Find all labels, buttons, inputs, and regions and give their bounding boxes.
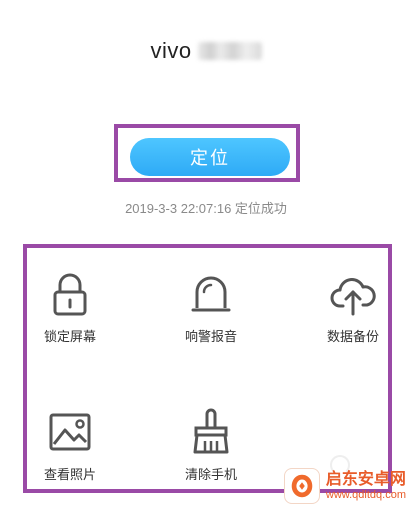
watermark-title: 启东安卓网 — [325, 471, 406, 489]
brush-icon — [193, 408, 229, 454]
site-watermark: 启东安卓网 www.qdltdq.com — [283, 468, 406, 504]
feature-view-photos[interactable]: 查看照片 — [20, 408, 120, 483]
feature-label: 响警报音 — [184, 329, 237, 344]
feature-label: 数据备份 — [326, 329, 379, 344]
feature-label: 锁定屏幕 — [43, 329, 96, 344]
lock-icon — [53, 273, 87, 316]
feature-label: 清除手机 — [184, 467, 237, 482]
locate-status: 2019-3-3 22:07:16 定位成功 — [125, 201, 287, 216]
watermark-url: www.qdltdq.com — [325, 488, 406, 501]
alarm-bell-icon — [191, 276, 231, 312]
locate-button[interactable]: 定位 — [130, 138, 290, 176]
feature-backup[interactable]: 数据备份 — [303, 270, 403, 345]
device-name: vivo — [150, 38, 192, 63]
watermark-logo-icon — [283, 468, 320, 504]
cloud-upload-icon — [330, 278, 376, 316]
feature-lock-screen[interactable]: 锁定屏幕 — [20, 270, 120, 345]
redacted-model-blur — [197, 42, 262, 60]
feature-alarm[interactable]: 响警报音 — [161, 270, 261, 345]
watermark-text: 启东安卓网 www.qdltdq.com — [326, 471, 406, 501]
feature-wipe-phone[interactable]: 清除手机 — [161, 408, 261, 483]
device-title: vivo — [0, 38, 412, 64]
photo-icon — [49, 413, 91, 451]
feature-label: 查看照片 — [43, 467, 96, 482]
